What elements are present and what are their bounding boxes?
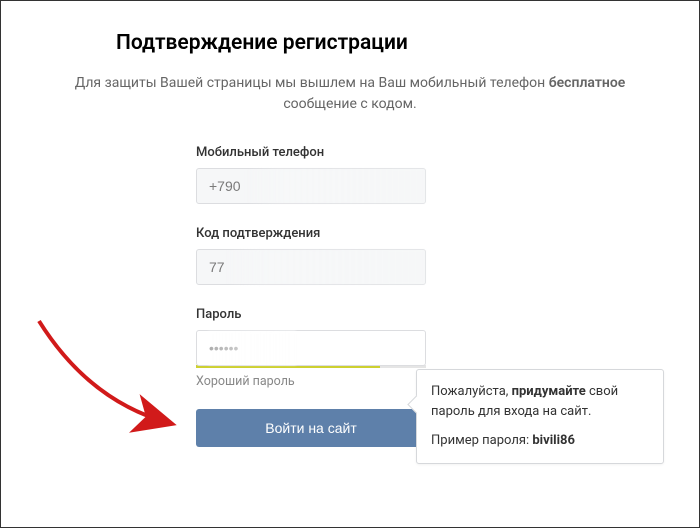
- page-subtitle: Для защиты Вашей страницы мы вышлем на В…: [41, 73, 659, 115]
- code-input[interactable]: [196, 249, 426, 285]
- password-tooltip: Пожалуйста, придумайте свой пароль для в…: [416, 369, 664, 464]
- code-field-group: Код подтверждения: [196, 226, 426, 285]
- phone-field-group: Мобильный телефон: [196, 145, 426, 204]
- password-label: Пароль: [196, 307, 426, 322]
- form: Мобильный телефон Код подтверждения Паро…: [196, 145, 426, 447]
- annotation-arrow-icon: [29, 311, 209, 451]
- phone-input[interactable]: [196, 168, 426, 204]
- code-label: Код подтверждения: [196, 226, 426, 241]
- password-strength-text: Хороший пароль: [196, 374, 426, 389]
- password-input[interactable]: [196, 330, 426, 366]
- page-title: Подтверждение регистрации: [41, 31, 659, 55]
- password-field-group: Пароль Хороший пароль: [196, 307, 426, 389]
- submit-button[interactable]: Войти на сайт: [196, 409, 426, 447]
- phone-label: Мобильный телефон: [196, 145, 426, 160]
- registration-confirm-panel: Подтверждение регистрации Для защиты Ваш…: [0, 0, 700, 528]
